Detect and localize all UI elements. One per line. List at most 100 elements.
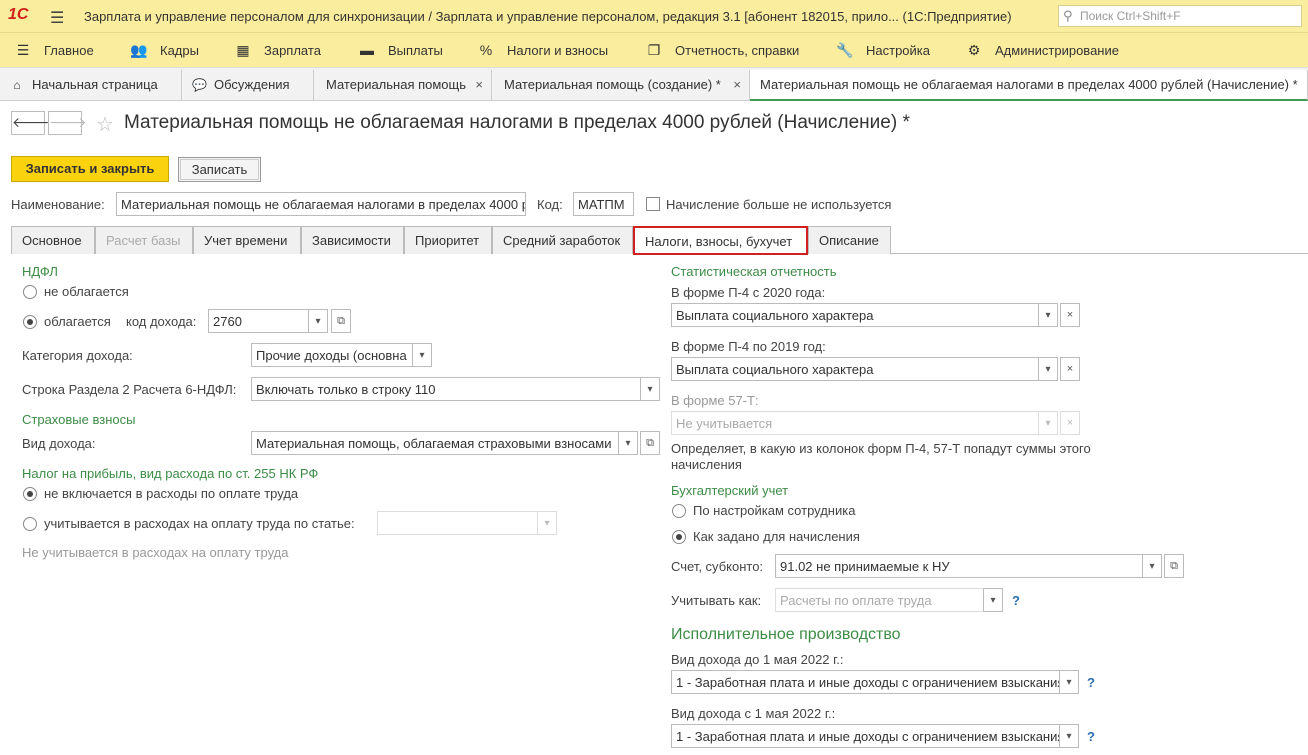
open-windows-bar: ⌂ Начальная страница 💬 Обсуждения Материал… [0,68,1308,101]
tab-base-calc[interactable]: Расчет базы [95,226,193,254]
p4-2019-clear-button[interactable]: × [1060,357,1080,381]
income-code-label: код дохода: [126,314,197,329]
menu-item-reports[interactable]: ❐ Отчетность, справки [645,42,800,59]
p4-2020-clear-button[interactable]: × [1060,303,1080,327]
main-menu-icon[interactable]: ☰ [50,8,64,28]
not-taxed-radio[interactable] [23,285,37,299]
form-tabs: Основное Расчет базы Учет времени Зависи… [11,226,1308,255]
after-may-dropdown[interactable]: ▾ [1059,724,1079,748]
menu-item-admin[interactable]: ⚙ Администрирование [965,42,1119,59]
sections-menu: ☰ Главное 👥 Кадры ▦ Зарплата ▬ Выплаты % Нало… [0,33,1308,68]
menu-item-main[interactable]: ☰ Главное [14,42,94,59]
stat-note: Определяет, в какую из колонок форм П-4,… [671,441,1091,472]
income-code-field[interactable]: 2760 [208,309,309,333]
consider-label: Учитывать как: [671,593,762,608]
before-may-dropdown[interactable]: ▾ [1059,670,1079,694]
tab-discussions[interactable]: 💬 Обсуждения [182,70,314,101]
after-may-field[interactable]: 1 - Заработная плата и иные доходы с огр… [671,724,1060,748]
consider-dropdown[interactable]: ▾ [983,588,1003,612]
tab-home[interactable]: ⌂ Начальная страница [0,70,182,101]
profit-tax-note: Не учитывается в расходах на оплату труд… [22,545,289,560]
p4-2019-field[interactable]: Выплата социального характера [671,357,1039,381]
stat-section-title: Статистическая отчетность [671,264,837,279]
income-category-field[interactable]: Прочие доходы (основна [251,343,413,367]
not-included-radio[interactable] [23,487,37,501]
tab-description[interactable]: Описание [808,226,891,254]
chevron-down-icon: ▾ [1045,364,1051,375]
p4-2020-field[interactable]: Выплата социального характера [671,303,1039,327]
account-field[interactable]: 91.02 не принимаемые к НУ [775,554,1143,578]
code-field[interactable]: МАТПМ [573,192,634,216]
chevron-down-icon: ▾ [1045,310,1051,321]
taxed-radio[interactable] [23,315,37,329]
window-title: Зарплата и управление персоналом для син… [84,9,1012,24]
ndfl-line-field[interactable]: Включать только в строку 110 [251,377,641,401]
menu-item-settings[interactable]: 🔧 Настройка [836,42,930,59]
profit-tax-section-title: Налог на прибыль, вид расхода по ст. 255… [22,466,319,481]
menu-item-hr[interactable]: 👥 Кадры [130,42,199,59]
back-button[interactable]: 🡐 [11,111,50,135]
unused-label: Начисление больше не используется [666,197,892,212]
wallet-icon: ▬ [360,42,374,58]
close-icon[interactable]: × [475,77,483,92]
report-icon: ❐ [647,42,661,58]
income-code-open-button[interactable]: ⧉ [331,309,351,333]
tab-dependencies[interactable]: Зависимости [301,226,404,254]
account-open-button[interactable]: ⧉ [1164,554,1184,578]
menu-item-salary[interactable]: ▦ Зарплата [234,42,321,59]
income-code-dropdown[interactable]: ▾ [308,309,328,333]
included-label: учитывается в расходах на оплату труда п… [44,516,355,531]
unused-checkbox[interactable] [646,197,660,211]
before-may-label: Вид дохода до 1 мая 2022 г.: [671,652,844,667]
forward-button[interactable]: 🡒 [48,111,87,135]
tab-priority[interactable]: Приоритет [404,226,492,254]
income-type-open-button[interactable]: ⧉ [640,431,660,455]
income-type-dropdown[interactable]: ▾ [618,431,638,455]
income-category-dropdown[interactable]: ▾ [412,343,432,367]
expense-article-field[interactable] [377,511,538,535]
taxed-label: облагается [44,314,111,329]
chevron-down-icon: ▾ [315,316,321,327]
code-label: Код: [537,197,563,212]
tab-time-accounting[interactable]: Учет времени [193,226,301,254]
before-may-field[interactable]: 1 - Заработная плата и иные доходы с огр… [671,670,1060,694]
tab-material-help[interactable]: Материальная помощь × [314,70,492,101]
f57-dropdown[interactable]: ▾ [1038,411,1058,435]
chevron-down-icon: ▾ [990,595,996,606]
p4-2019-dropdown[interactable]: ▾ [1038,357,1058,381]
tab-average-earnings[interactable]: Средний заработок [492,226,633,254]
chevron-down-icon: ▾ [1066,731,1072,742]
tab-taxes-accounting[interactable]: Налоги, взносы, бухучет [633,226,808,255]
by-employee-radio[interactable] [672,504,686,518]
f57-clear-button[interactable]: × [1060,411,1080,435]
tab-basic[interactable]: Основное [11,226,95,254]
ndfl-line-dropdown[interactable]: ▾ [640,377,660,401]
after-may-help-icon[interactable]: ? [1087,729,1095,744]
before-may-help-icon[interactable]: ? [1087,675,1095,690]
favorite-star-icon[interactable]: ☆ [96,112,114,137]
income-type-field[interactable]: Материальная помощь, облагаемая страховы… [251,431,619,455]
p4-2020-dropdown[interactable]: ▾ [1038,303,1058,327]
accounting-section-title: Бухгалтерский учет [671,483,789,498]
f57-label: В форме 57-Т: [671,393,759,408]
as-set-radio[interactable] [672,530,686,544]
expense-article-dropdown[interactable]: ▾ [537,511,557,535]
save-and-close-button[interactable]: Записать и закрыть [11,156,169,182]
consider-field[interactable]: Расчеты по оплате труда [775,588,984,612]
close-icon[interactable]: × [733,77,741,92]
clear-icon: × [1066,417,1074,429]
ndfl-line-label: Строка Раздела 2 Расчета 6-НДФЛ: [22,382,237,397]
consider-help-icon[interactable]: ? [1012,593,1020,608]
save-button[interactable]: Записать [178,157,261,182]
menu-item-taxes[interactable]: % Налоги и взносы [477,42,608,58]
search-input[interactable]: ⚲ Поиск Ctrl+Shift+F [1058,5,1302,27]
name-field[interactable]: Материальная помощь не облагаемая налога… [116,192,526,216]
home-icon: ⌂ [13,78,21,92]
menu-item-payments[interactable]: ▬ Выплаты [358,42,443,58]
tab-current-accrual[interactable]: Материальная помощь не облагаемая налога… [750,70,1308,101]
included-radio[interactable] [23,517,37,531]
tab-material-help-create[interactable]: Материальная помощь (создание) * × [492,70,750,101]
f57-field[interactable]: Не учитывается [671,411,1039,435]
search-icon: ⚲ [1063,8,1073,23]
account-dropdown[interactable]: ▾ [1142,554,1162,578]
